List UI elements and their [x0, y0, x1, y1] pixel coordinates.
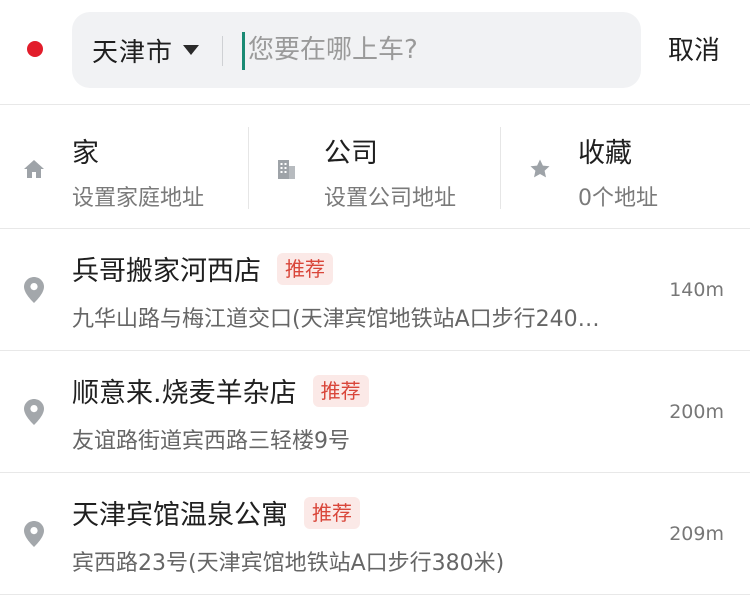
- location-pin-icon: [24, 521, 44, 547]
- location-pin-icon: [24, 399, 44, 425]
- place-distance: 209m: [669, 523, 724, 545]
- search-divider: [222, 36, 223, 66]
- place-name: 顺意来.烧麦羊杂店: [72, 378, 297, 409]
- place-distance: 200m: [669, 401, 724, 423]
- place-list-item[interactable]: 顺意来.烧麦羊杂店 推荐 友谊路街道宾西路三轻楼9号 200m: [0, 351, 750, 473]
- city-selector[interactable]: 天津市: [92, 12, 200, 88]
- shortcut-subtitle: 设置家庭地址: [72, 186, 205, 211]
- origin-dot-icon: [27, 41, 43, 57]
- place-name: 兵哥搬家河西店: [72, 256, 261, 287]
- place-list-item[interactable]: 天津宾馆温泉公寓 推荐 宾西路23号(天津宾馆地铁站A口步行380米) 209m: [0, 473, 750, 595]
- city-label: 天津市: [92, 37, 174, 68]
- recommend-badge: 推荐: [277, 252, 333, 285]
- place-address: 宾西路23号(天津宾馆地铁站A口步行380米): [72, 551, 505, 576]
- caret-down-icon: [183, 45, 200, 55]
- home-icon: [24, 160, 44, 178]
- place-name: 天津宾馆温泉公寓: [72, 500, 288, 531]
- cancel-button[interactable]: 取消: [668, 30, 720, 67]
- location-pin-icon: [24, 277, 44, 303]
- search-header: 天津市 取消: [0, 0, 750, 104]
- shortcut-separator: [500, 127, 501, 209]
- shortcut-title: 收藏: [578, 138, 632, 169]
- building-icon: [278, 160, 295, 179]
- place-list-item[interactable]: 兵哥搬家河西店 推荐 九华山路与梅江道交口(天津宾馆地铁站A口步行240… 14…: [0, 229, 750, 351]
- place-address: 友谊路街道宾西路三轻楼9号: [72, 429, 350, 454]
- place-distance: 140m: [669, 279, 724, 301]
- search-box[interactable]: 天津市: [72, 12, 641, 88]
- recommend-badge: 推荐: [304, 496, 360, 529]
- shortcut-title: 公司: [324, 138, 378, 169]
- text-cursor: [242, 32, 245, 70]
- place-suggestion-list: 兵哥搬家河西店 推荐 九华山路与梅江道交口(天津宾馆地铁站A口步行240… 14…: [0, 229, 750, 595]
- place-name-row: 兵哥搬家河西店 推荐: [72, 249, 333, 288]
- place-name-row: 天津宾馆温泉公寓 推荐: [72, 493, 360, 532]
- place-address: 九华山路与梅江道交口(天津宾馆地铁站A口步行240…: [72, 307, 600, 332]
- shortcut-home[interactable]: 家 设置家庭地址: [0, 105, 250, 228]
- shortcut-company[interactable]: 公司 设置公司地址: [252, 105, 502, 228]
- recommend-badge: 推荐: [312, 374, 369, 407]
- shortcut-title: 家: [72, 138, 99, 169]
- shortcut-separator: [248, 127, 249, 209]
- pickup-search-input[interactable]: [248, 12, 628, 88]
- shortcut-row: 家 设置家庭地址 公司 设置公司地址 收藏 0个地址: [0, 105, 750, 228]
- shortcut-subtitle: 0个地址: [578, 186, 658, 211]
- shortcut-subtitle: 设置公司地址: [324, 186, 457, 211]
- place-name-row: 顺意来.烧麦羊杂店 推荐: [72, 371, 369, 410]
- shortcut-favorites[interactable]: 收藏 0个地址: [506, 105, 750, 228]
- star-icon: [530, 159, 550, 178]
